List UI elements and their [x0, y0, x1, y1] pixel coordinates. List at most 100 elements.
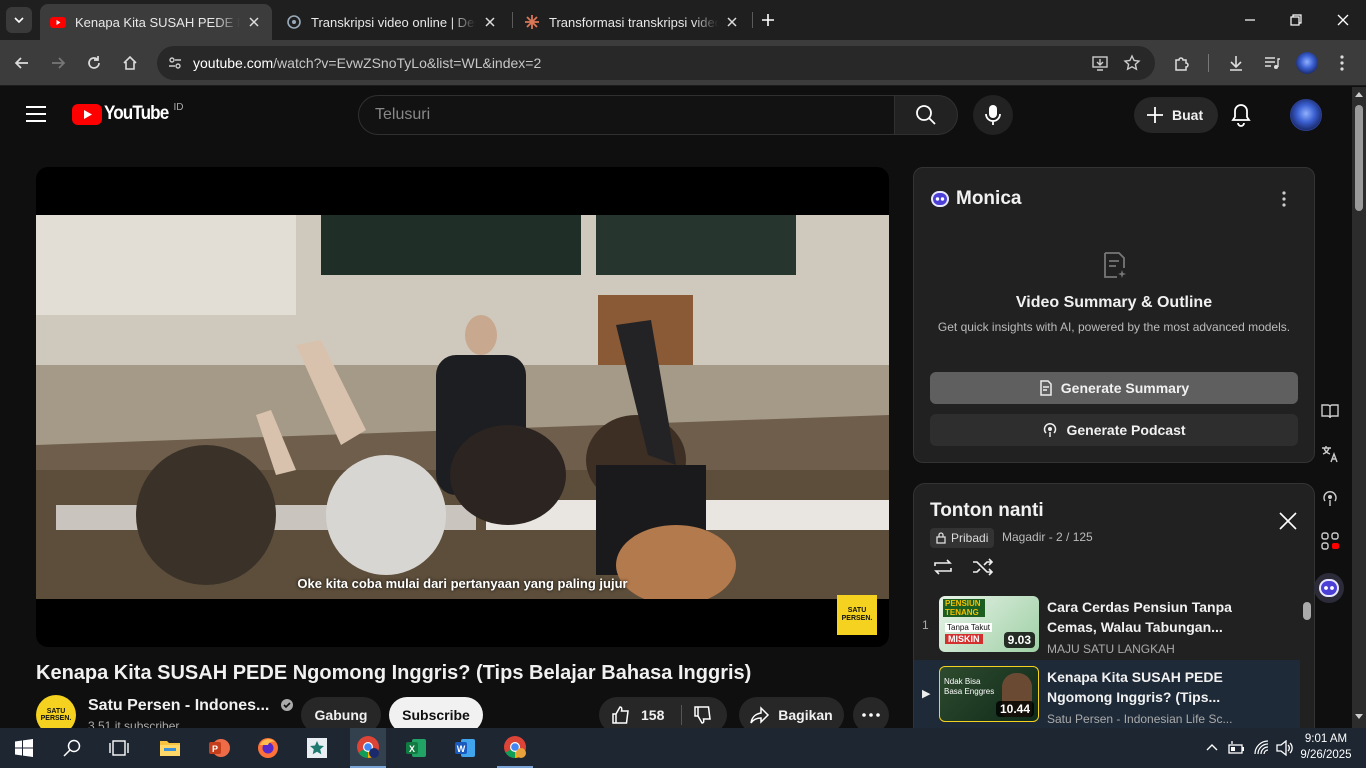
channel-name-text: Satu Persen - Indones... — [88, 697, 270, 714]
arrow-right-icon — [52, 57, 66, 69]
restore-icon[interactable] — [1286, 10, 1306, 30]
privacy-badge: Pribadi — [930, 528, 995, 548]
start-button[interactable] — [8, 732, 40, 764]
system-clock[interactable]: 9:01 AM 9/26/2025 — [1298, 731, 1354, 763]
youtube-logo[interactable]: YouTube ID — [72, 101, 184, 125]
chrome-second-button[interactable] — [497, 728, 533, 768]
toolbar-separator — [1208, 54, 1209, 72]
close-window-icon[interactable] — [1333, 10, 1353, 30]
channel-name[interactable]: Satu Persen - Indones... — [88, 697, 294, 715]
close-tab-icon[interactable] — [246, 14, 262, 30]
playlist-item-channel: Satu Persen - Indonesian Life Sc... — [1047, 712, 1233, 726]
generate-podcast-button[interactable]: Generate Podcast — [930, 414, 1298, 446]
podcast-rail-button[interactable] — [1318, 486, 1342, 510]
playlist-item-title: Kenapa Kita SUSAH PEDE Ngomong Inggris? … — [1047, 669, 1223, 705]
address-bar[interactable]: youtube.com/watch?v=EvwZSnoTyLo&list=WL&… — [157, 46, 1155, 80]
playlist-item[interactable]: 1 PENSIUN TENANG Tanpa Takut MISKIN 9.03… — [914, 590, 1300, 662]
shuffle-icon[interactable] — [972, 558, 994, 576]
bookmark-star-icon[interactable] — [1123, 54, 1141, 72]
account-avatar[interactable] — [1290, 99, 1322, 131]
file-explorer-button[interactable] — [154, 732, 186, 764]
monica-heading: Video Summary & Outline — [1015, 294, 1213, 311]
more-actions-button[interactable] — [853, 697, 889, 728]
like-divider — [681, 705, 682, 725]
site-info-icon[interactable] — [167, 55, 183, 71]
home-button[interactable] — [118, 51, 142, 75]
excel-icon: X — [406, 739, 426, 757]
like-dislike-group: 158 — [599, 697, 727, 728]
voice-search-button[interactable] — [973, 95, 1013, 135]
url-text[interactable]: youtube.com/watch?v=EvwZSnoTyLo&list=WL&… — [193, 55, 541, 71]
profile-button[interactable] — [1295, 51, 1319, 75]
tab-claude[interactable]: Transformasi transkripsi video menjadi — [514, 4, 750, 40]
close-tab-icon[interactable] — [724, 14, 740, 30]
extensions-button[interactable] — [1170, 51, 1194, 75]
video-player[interactable]: Oke kita coba mulai dari pertanyaan yang… — [36, 167, 889, 647]
media-control-button[interactable] — [1260, 51, 1284, 75]
playlist-scrollbar-thumb[interactable] — [1303, 602, 1311, 620]
apps-grid-icon — [1321, 532, 1339, 550]
video-frame — [36, 215, 889, 599]
generate-summary-button[interactable]: Generate Summary — [930, 372, 1298, 404]
close-playlist-icon[interactable] — [1278, 511, 1298, 531]
back-button[interactable] — [10, 51, 34, 75]
download-icon — [1230, 56, 1242, 71]
tab-search-button[interactable] — [6, 7, 32, 33]
install-app-icon[interactable] — [1091, 54, 1109, 72]
pinned-app-button[interactable] — [301, 732, 333, 764]
chrome-icon — [504, 736, 526, 758]
loop-icon[interactable] — [932, 558, 954, 576]
volume-icon[interactable] — [1276, 740, 1294, 756]
apps-button[interactable] — [1318, 529, 1342, 553]
create-button[interactable]: Buat — [1134, 97, 1218, 133]
scroll-down-arrow-icon[interactable] — [1355, 714, 1363, 720]
svg-text:P: P — [212, 744, 218, 754]
page-scrollbar[interactable] — [1352, 87, 1366, 728]
plus-icon — [1147, 107, 1163, 123]
page-scrollbar-thumb[interactable] — [1355, 105, 1363, 211]
battery-icon[interactable] — [1228, 740, 1246, 756]
channel-avatar[interactable]: SATU PERSEN. — [36, 695, 76, 728]
channel-watermark[interactable]: SATU PERSEN. — [837, 595, 877, 635]
subscribe-button[interactable]: Subscribe — [389, 697, 483, 728]
task-view-button[interactable] — [103, 732, 135, 764]
minimize-icon[interactable] — [1240, 10, 1260, 30]
video-duration: 10.44 — [995, 701, 1034, 717]
reload-button[interactable] — [82, 51, 106, 75]
wifi-icon[interactable] — [1254, 740, 1270, 756]
search-taskbar-button[interactable] — [56, 732, 88, 764]
monica-more-icon[interactable] — [1276, 190, 1292, 208]
show-hidden-icons-icon[interactable] — [1206, 743, 1218, 751]
join-button[interactable]: Gabung — [301, 697, 381, 728]
search-button[interactable] — [894, 95, 958, 135]
playlist-progress: Magadir - 2 / 125 — [1002, 530, 1093, 544]
subscriber-count: 3,51 jt subscriber — [88, 719, 180, 728]
hamburger-menu-icon[interactable] — [26, 105, 46, 123]
reader-mode-button[interactable] — [1318, 399, 1342, 423]
downloads-button[interactable] — [1224, 51, 1248, 75]
firefox-button[interactable] — [252, 732, 284, 764]
playlist-item-title: Cara Cerdas Pensiun Tanpa Cemas, Walau T… — [1047, 599, 1232, 635]
translate-button[interactable] — [1318, 442, 1342, 466]
powerpoint-button[interactable]: P — [203, 732, 235, 764]
monica-assistant-button[interactable] — [1314, 573, 1344, 603]
like-button[interactable]: 158 — [611, 705, 664, 725]
excel-button[interactable]: X — [400, 732, 432, 764]
scroll-up-arrow-icon[interactable] — [1355, 91, 1363, 97]
notifications-bell-icon[interactable] — [1230, 103, 1252, 127]
forward-button[interactable] — [46, 51, 70, 75]
browser-menu-button[interactable] — [1330, 51, 1354, 75]
playlist-title[interactable]: Tonton nanti — [930, 500, 1044, 522]
search-input[interactable]: Telusuri — [358, 95, 895, 135]
tab-descript[interactable]: Transkripsi video online | Descript — [276, 4, 508, 40]
new-tab-icon[interactable] — [760, 12, 776, 28]
chrome-active-button[interactable] — [350, 728, 386, 768]
thumbs-down-icon[interactable] — [693, 705, 713, 725]
tab-youtube-video[interactable]: Kenapa Kita SUSAH PEDE Ngomong Inggris? — [40, 4, 272, 40]
word-button[interactable]: W — [449, 732, 481, 764]
playlist-item-current[interactable]: ▶ Ndak Bisa Basa Enggres 10.44 Kenapa Ki… — [914, 660, 1300, 728]
share-button[interactable]: Bagikan — [739, 697, 844, 728]
close-tab-icon[interactable] — [482, 14, 498, 30]
region-code: ID — [173, 101, 184, 113]
share-arrow-icon — [750, 706, 770, 724]
